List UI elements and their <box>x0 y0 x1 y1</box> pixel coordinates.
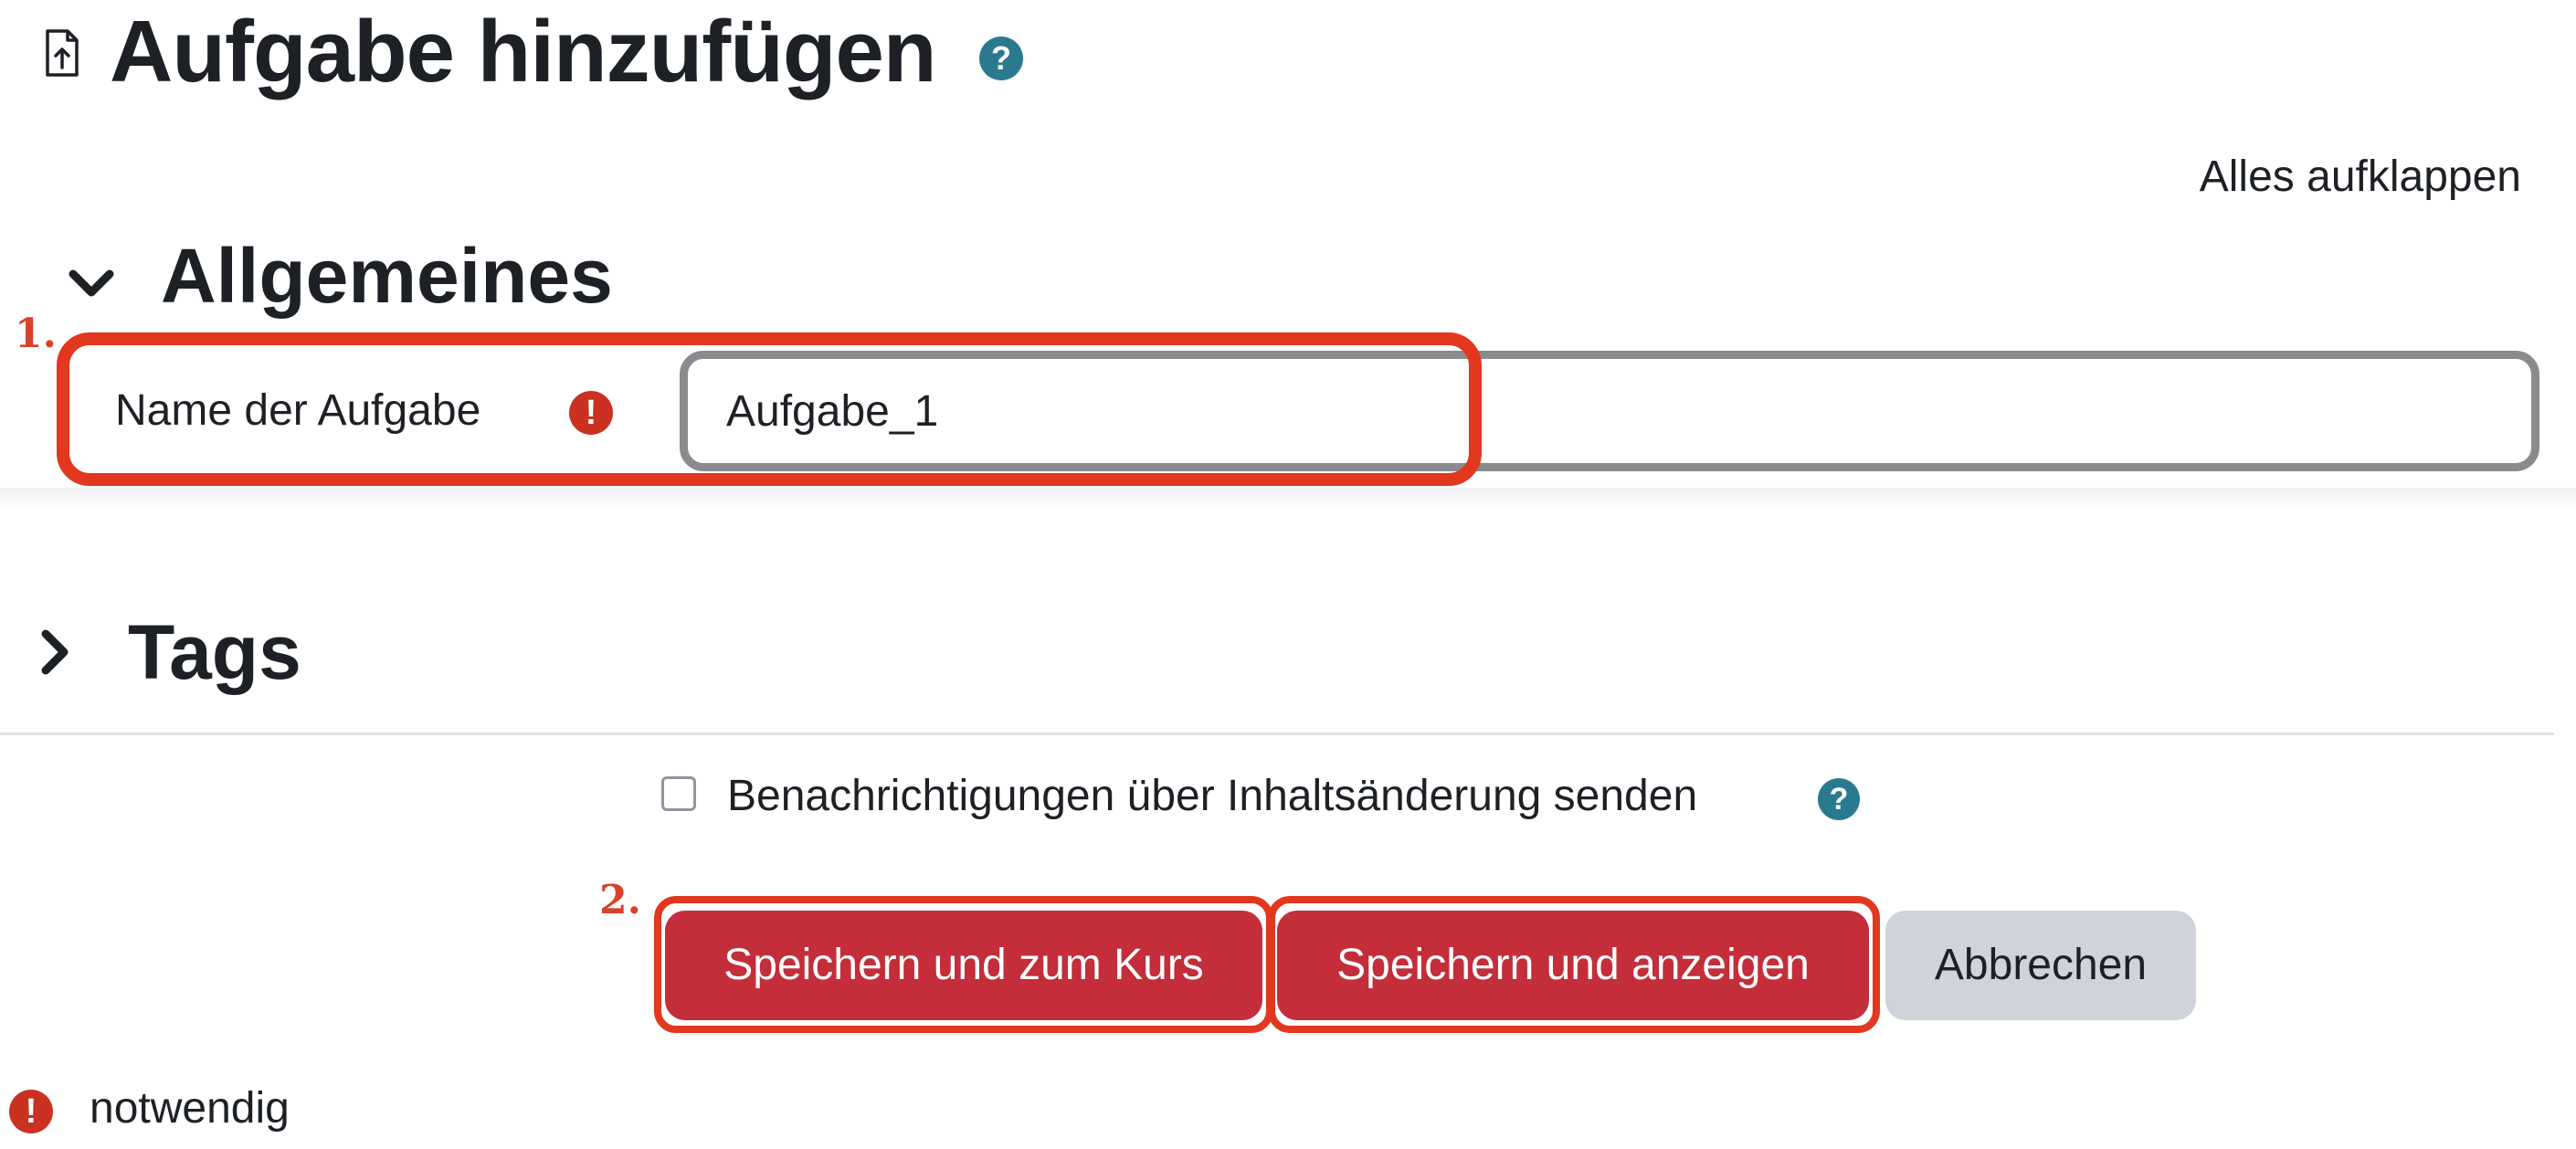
chevron-right-icon[interactable] <box>27 625 82 680</box>
save-and-display-button[interactable]: Speichern und anzeigen <box>1277 911 1869 1020</box>
annotation-step-2: 2. <box>599 877 641 923</box>
assignment-name-input[interactable] <box>680 351 2539 471</box>
notify-checkbox[interactable] <box>661 776 696 811</box>
cancel-button[interactable]: Abbrechen <box>1885 911 2196 1020</box>
section-title-general[interactable]: Allgemeines <box>161 230 613 322</box>
name-field-label: Name der Aufgabe <box>115 386 481 435</box>
annotation-step-1: 1. <box>15 311 57 357</box>
expand-all-link[interactable]: Alles aufklappen <box>2200 152 2521 202</box>
exclamation-circle-icon: ! <box>9 1090 53 1133</box>
assignment-file-icon <box>46 29 79 77</box>
section-divider-shadow <box>0 488 2576 511</box>
section-title-tags[interactable]: Tags <box>128 606 301 698</box>
notify-label[interactable]: Benachrichtigungen über Inhaltsänderung … <box>727 771 1697 821</box>
divider <box>0 733 2554 735</box>
chevron-down-icon[interactable] <box>64 258 119 312</box>
required-note: notwendig <box>90 1084 290 1133</box>
question-circle-icon[interactable]: ? <box>979 37 1023 80</box>
page-title: Aufgabe hinzufügen <box>110 3 937 100</box>
exclamation-circle-icon: ! <box>569 391 613 435</box>
save-and-return-button[interactable]: Speichern und zum Kurs <box>665 911 1262 1020</box>
question-circle-icon[interactable]: ? <box>1818 778 1860 820</box>
